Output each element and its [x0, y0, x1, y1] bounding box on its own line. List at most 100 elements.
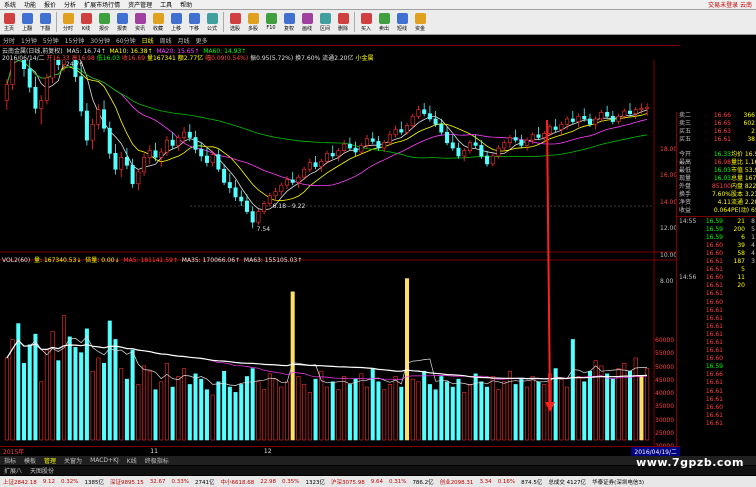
candle-body: [616, 116, 621, 122]
menu-item-4[interactable]: 扩展市场行情: [80, 0, 124, 9]
tick-qty: [723, 363, 745, 371]
toolbar-button-6[interactable]: 报表: [114, 12, 130, 32]
toolbar-button-17[interactable]: 区间: [317, 12, 333, 32]
candle-body: [130, 164, 135, 185]
candle-body: [113, 153, 118, 170]
tick-time: [677, 315, 697, 323]
tick-qty: [723, 290, 745, 298]
toolbar-button-16[interactable]: 画线: [299, 12, 315, 32]
menu-item-5[interactable]: 资产管理: [124, 0, 156, 9]
candle-body: [244, 200, 249, 212]
period-tab-0[interactable]: 分时: [0, 36, 18, 45]
kline-chart[interactable]: 24.76 7.54 6.18 - 9.22: [0, 60, 676, 446]
toolbar-button-label: 下翻: [39, 25, 50, 32]
tick-price: 16.60: [705, 274, 723, 282]
volume-bar: [176, 376, 181, 441]
toolbar-button-label: 资金: [414, 25, 425, 32]
period-tab-6[interactable]: 日线: [139, 36, 157, 45]
tabs-item-1[interactable]: 模板: [20, 456, 40, 465]
status-item-0: 上证2842.18: [3, 479, 37, 486]
toolbar-button-label: 上翻: [21, 25, 32, 32]
toolbar-button-15[interactable]: 复权: [281, 12, 297, 32]
tabs-item-6[interactable]: 终极指标: [141, 456, 173, 465]
volume-bar: [416, 381, 421, 441]
toolbar-button-12[interactable]: 选股: [227, 12, 243, 32]
toolbar-button-label: 收藏: [152, 25, 163, 32]
toolbar-button-19[interactable]: 买入: [358, 12, 374, 32]
toolbar-button-4[interactable]: K线: [78, 12, 94, 32]
volume-bar: [382, 389, 387, 441]
period-tab-8[interactable]: 月线: [175, 36, 193, 45]
quote-value: 85100: [711, 183, 731, 191]
volume-bar: [113, 339, 118, 441]
toolbar-button-7[interactable]: 资讯: [132, 12, 148, 32]
tick-qty: [723, 339, 745, 347]
menu-item-0[interactable]: 系统: [0, 0, 20, 9]
menu-item-3[interactable]: 分析: [60, 0, 80, 9]
toolbar-button-8[interactable]: 收藏: [150, 12, 166, 32]
tick-qty: [723, 379, 745, 387]
candle-body: [467, 142, 472, 152]
period-tab-2[interactable]: 5分钟: [40, 36, 62, 45]
volume-bar: [330, 381, 335, 441]
tick-row: 16.61: [677, 290, 756, 298]
toolbar-button-3[interactable]: 分时: [60, 12, 76, 32]
tabs-item-5[interactable]: K线: [123, 456, 141, 465]
period-tab-4[interactable]: 30分钟: [87, 36, 113, 45]
candle-body: [147, 150, 152, 158]
tabs-item-0[interactable]: 指标: [0, 456, 20, 465]
period-tab-3[interactable]: 15分钟: [62, 36, 88, 45]
quote-value: [699, 144, 731, 152]
period-tab-7[interactable]: 周线: [157, 36, 175, 45]
menu-item-7[interactable]: 帮助: [176, 0, 196, 9]
candle-body: [553, 126, 558, 130]
period-tab-9[interactable]: 更多: [193, 36, 211, 45]
tabs-item-3[interactable]: 关窗为: [60, 456, 86, 465]
toolbar-button-1[interactable]: 上翻: [19, 12, 35, 32]
quote-extra: 市值 53.9亿: [731, 167, 756, 175]
period-tab-1[interactable]: 1分钟: [18, 36, 40, 45]
tabs2-item-1[interactable]: 天图股份: [26, 466, 58, 475]
tick-qty: [723, 331, 745, 339]
tick-count: [745, 282, 755, 290]
candle-body: [445, 131, 450, 144]
volume-bar: [536, 381, 541, 441]
toolbar-icon: [378, 12, 390, 24]
toolbar-button-20[interactable]: 卖出: [376, 12, 392, 32]
login-status[interactable]: 交易未登录 云南: [704, 0, 756, 9]
period-tab-5[interactable]: 60分钟: [113, 36, 139, 45]
tabs-item-2[interactable]: 管理: [40, 456, 60, 465]
toolbar-button-9[interactable]: 上移: [168, 12, 184, 32]
menu-item-1[interactable]: 功能: [20, 0, 40, 9]
toolbar-button-5[interactable]: 报价: [96, 12, 112, 32]
toolbar-button-22[interactable]: 资金: [412, 12, 428, 32]
candle-body: [21, 60, 27, 69]
volume-bar: [559, 378, 564, 441]
toolbar-icon: [98, 12, 110, 24]
candle-body: [525, 139, 530, 146]
quote-extra: 内盘 82240: [731, 183, 756, 191]
toolbar-button-label: 公式: [206, 25, 217, 32]
tick-price: 16.61: [705, 395, 723, 403]
toolbar-button-21[interactable]: 短线: [394, 12, 410, 32]
tabs2-item-0[interactable]: 扩展八: [0, 466, 26, 475]
toolbar-button-14[interactable]: F10: [263, 13, 279, 31]
candle-body: [393, 129, 398, 136]
toolbar-button-11[interactable]: 公式: [204, 12, 220, 32]
tabs-item-4[interactable]: MACD+KJ: [86, 457, 123, 464]
candle-body: [216, 154, 221, 170]
price-tick-label: 16.00: [660, 172, 678, 180]
vol-indicator-name[interactable]: VOL2(60): [2, 257, 30, 264]
volume-bar: [342, 376, 347, 441]
menu-item-6[interactable]: 工具: [156, 0, 176, 9]
toolbar-button-13[interactable]: 多股: [245, 12, 261, 32]
toolbar-button-10[interactable]: 下移: [186, 12, 202, 32]
tick-row: 16.60: [677, 355, 756, 363]
toolbar-button-2[interactable]: 下翻: [37, 12, 53, 32]
toolbar-button-18[interactable]: 删除: [335, 12, 351, 32]
menu-item-2[interactable]: 报价: [40, 0, 60, 9]
volume-bar: [513, 384, 518, 441]
quote-key: 收益: [679, 206, 692, 214]
quote-value: 16.03: [713, 175, 731, 183]
toolbar-button-0[interactable]: 主页: [1, 12, 17, 32]
